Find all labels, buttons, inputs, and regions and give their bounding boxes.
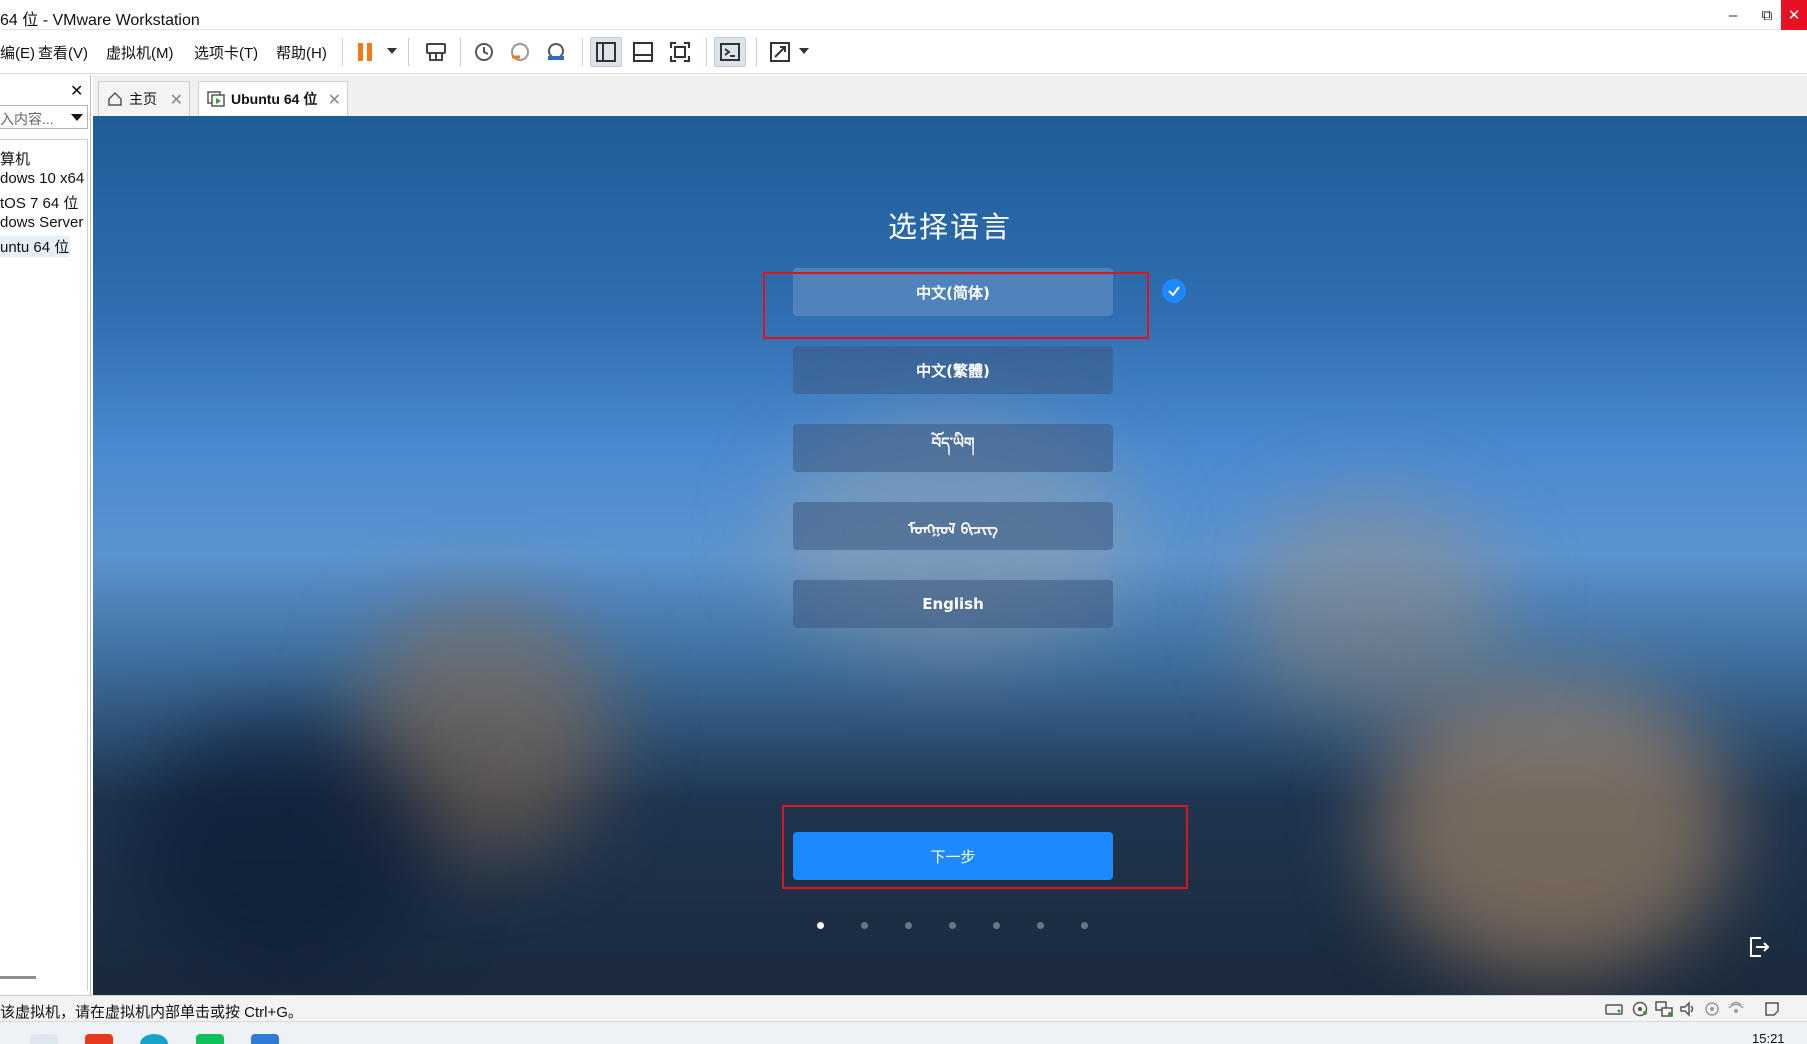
background-blur	[1373, 676, 1733, 976]
highlight-box-next	[782, 805, 1188, 889]
tab-bar: 主页 ✕ Ubuntu 64 位 ✕	[93, 75, 1807, 116]
tree-item-ubuntu[interactable]: untu 64 位	[0, 236, 70, 257]
vm-running-icon	[207, 91, 225, 107]
highlight-box-language	[763, 272, 1149, 339]
toolbar-separator	[706, 38, 707, 66]
send-keys-icon[interactable]	[420, 37, 452, 67]
tab-close-icon[interactable]: ✕	[170, 90, 183, 110]
title-bar: 64 位 - VMware Workstation – ⧉ ✕	[0, 0, 1807, 30]
step-dot	[949, 922, 956, 929]
toolbar-separator	[342, 38, 343, 66]
tree-item-centos7[interactable]: tOS 7 64 位	[0, 192, 88, 213]
sound-icon[interactable]	[1678, 1000, 1698, 1018]
step-dot	[1081, 922, 1088, 929]
step-dot	[993, 922, 1000, 929]
step-dot	[861, 922, 868, 929]
step-dot	[1037, 922, 1044, 929]
status-text: 该虚拟机，请在虚拟机内部单击或按 Ctrl+G。	[0, 1004, 303, 1021]
toolbar-separator	[582, 38, 583, 66]
library-tree: 算机 dows 10 x64 tOS 7 64 位 dows Server un…	[0, 139, 88, 991]
home-icon	[107, 91, 123, 107]
cd-icon[interactable]	[1630, 1000, 1650, 1018]
tree-item-windows10[interactable]: dows 10 x64	[0, 170, 88, 187]
background-blur	[1243, 496, 1503, 716]
usb-icon[interactable]	[1702, 1000, 1722, 1018]
vmware-window: 64 位 - VMware Workstation – ⧉ ✕ 编(E) 查看(…	[0, 0, 1807, 1044]
step-dot	[817, 922, 824, 929]
taskbar-app-icon[interactable]	[140, 1034, 168, 1044]
network-icon[interactable]	[1654, 1000, 1674, 1018]
menu-edit[interactable]: 编(E)	[0, 42, 35, 63]
printer-icon[interactable]	[1726, 1000, 1746, 1018]
hard-disk-icon[interactable]	[1604, 1000, 1624, 1018]
taskbar-app-icon[interactable]	[30, 1034, 58, 1044]
library-view-icon[interactable]	[590, 37, 622, 67]
stretch-dropdown-icon[interactable]	[799, 48, 809, 54]
windows-taskbar: 15:21	[0, 1021, 1807, 1044]
tab-home[interactable]: 主页 ✕	[98, 81, 190, 116]
menu-help[interactable]: 帮助(H)	[276, 42, 327, 63]
background-blur	[133, 716, 433, 976]
tree-item-windows-server[interactable]: dows Server	[0, 214, 88, 231]
search-placeholder: 入内容...	[0, 111, 54, 127]
tab-close-icon[interactable]: ✕	[328, 90, 341, 110]
tab-ubuntu[interactable]: Ubuntu 64 位 ✕	[198, 81, 348, 116]
taskbar-app-icon[interactable]	[196, 1034, 224, 1044]
revert-snapshot-icon[interactable]	[504, 37, 536, 67]
snapshot-icon[interactable]	[468, 37, 500, 67]
sidebar-scrollbar[interactable]	[0, 976, 36, 979]
console-icon[interactable]	[714, 37, 746, 67]
close-button[interactable]: ✕	[1781, 0, 1807, 30]
toolbar-separator	[408, 38, 409, 66]
tab-home-label: 主页	[129, 91, 157, 107]
select-language-heading: 选择语言	[887, 210, 1012, 244]
fullscreen-icon[interactable]	[664, 37, 696, 67]
thumbnail-view-icon[interactable]	[627, 37, 659, 67]
snapshot-manager-icon[interactable]	[540, 37, 572, 67]
check-icon	[1162, 279, 1186, 303]
window-title: 64 位 - VMware Workstation	[0, 12, 200, 29]
language-option-english[interactable]: English	[793, 580, 1113, 628]
stretch-icon[interactable]	[764, 37, 796, 67]
status-bar: 该虚拟机，请在虚拟机内部单击或按 Ctrl+G。	[0, 995, 1807, 1021]
language-option-mongolian[interactable]: ᠮᠣᠩᠭᠣᠯ ᠪᠢᠴᠢᠭ	[793, 502, 1113, 550]
taskbar-app-icon[interactable]	[85, 1034, 113, 1044]
menu-toolbar-bar: 编(E) 查看(V) 虚拟机(M) 选项卡(T) 帮助(H)	[0, 30, 1807, 74]
message-icon[interactable]	[1762, 1000, 1782, 1018]
vm-console[interactable]: 选择语言 中文(简体) 中文(繁體) བོད་ཡིག ᠮᠣᠩᠭᠣᠯ ᠪᠢᠴᠢᠭ …	[93, 116, 1807, 995]
exit-icon[interactable]	[1747, 935, 1771, 964]
language-option-tibetan[interactable]: བོད་ཡིག	[793, 424, 1113, 472]
language-option-zh-hant[interactable]: 中文(繁體)	[793, 346, 1113, 394]
library-search-input[interactable]: 入内容...	[0, 105, 88, 129]
tree-item-my-computer[interactable]: 算机	[0, 148, 88, 169]
menu-tabs[interactable]: 选项卡(T)	[194, 42, 258, 63]
sidebar-close-icon[interactable]: ✕	[70, 81, 83, 101]
toolbar-separator	[756, 38, 757, 66]
menu-vm[interactable]: 虚拟机(M)	[106, 42, 174, 63]
menu-view[interactable]: 查看(V)	[38, 42, 88, 63]
pause-dropdown-icon[interactable]	[387, 48, 397, 54]
tab-ubuntu-label: Ubuntu 64 位	[231, 91, 318, 107]
library-sidebar: ✕ 入内容... 算机 dows 10 x64 tOS 7 64 位 dows …	[0, 75, 91, 995]
step-dot	[905, 922, 912, 929]
taskbar-clock[interactable]: 15:21	[1752, 1031, 1785, 1044]
search-dropdown-icon[interactable]	[71, 114, 83, 121]
pause-icon[interactable]	[350, 37, 382, 67]
taskbar-app-icon[interactable]	[251, 1034, 279, 1044]
toolbar-separator	[460, 38, 461, 66]
